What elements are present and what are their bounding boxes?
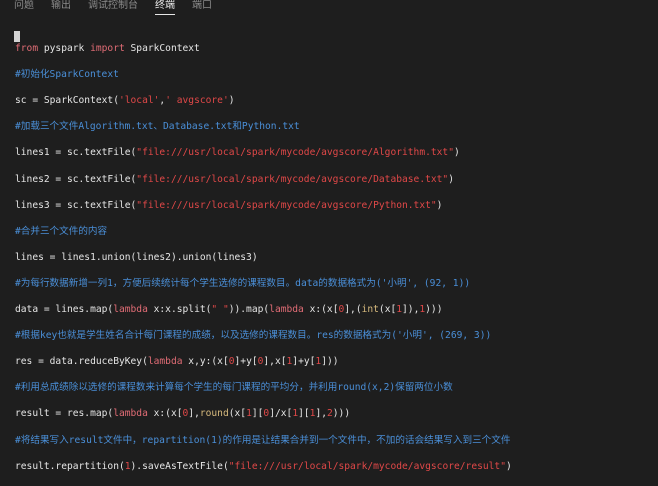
terminal-cursor <box>14 31 20 42</box>
code-token: ) <box>505 460 512 472</box>
code-token: pyspark <box>38 43 91 54</box>
code-line: lines2 = sc.textFile("file:///usr/local/… <box>15 173 454 187</box>
code-token: ) <box>453 147 460 159</box>
code-token: #加载三个文件Algorithm.txt、Database.txt和Python… <box>15 121 300 133</box>
panel-tab-bar: 问题 输出 调试控制台 终端 端口 <box>0 0 658 18</box>
code-token: "file:///usr/local/spark/mycode/avgscore… <box>136 199 437 211</box>
code-token: 'local' <box>118 95 160 107</box>
tab-ports[interactable]: 端口 <box>192 0 212 12</box>
code-token: x:(x[ <box>147 408 183 420</box>
code-token: ])) <box>321 356 339 368</box>
code-token: lines2 = sc.textFile( <box>15 173 137 185</box>
code-token: ).saveAsTextFile( <box>130 460 229 472</box>
code-token: "file:///usr/local/spark/mycode/avgscore… <box>136 147 454 159</box>
code-token: data = lines.map( <box>15 304 114 315</box>
terminal-panel: 问题 输出 调试控制台 终端 端口 from pyspark import Sp… <box>0 0 658 486</box>
comment-line: #加载三个文件Algorithm.txt、Database.txt和Python… <box>15 120 300 134</box>
comment-line: #将结果写入result文件中，repartition(1)的作用是让结果合并到… <box>15 434 510 448</box>
comment-line: #为每行数据新增一列1，方便后续统计每个学生选修的课程数目。data的数据格式为… <box>15 277 470 291</box>
comment-line: #初始化SparkContext <box>15 68 119 82</box>
code-token: SparkContext <box>124 43 200 54</box>
code-token: #将结果写入result文件中，repartition(1)的作用是让结果合并到… <box>15 434 511 446</box>
code-token: ], <box>315 408 327 420</box>
code-line: lines3 = sc.textFile("file:///usr/local/… <box>15 199 442 213</box>
code-token: ][ <box>298 408 310 420</box>
code-token: lambda <box>113 408 148 420</box>
code-token: lines3 = sc.textFile( <box>15 199 137 211</box>
code-token: import <box>90 43 125 54</box>
code-token: ]+y[ <box>292 356 316 368</box>
code-token: ) <box>228 95 235 107</box>
code-token: "file:///usr/local/spark/mycode/avgscore… <box>228 460 506 472</box>
code-token: lines = lines1.union(lines2).union(lines… <box>15 251 258 263</box>
code-token: " " <box>211 304 229 315</box>
code-line: result = res.map(lambda x:(x[0],round(x[… <box>15 407 350 421</box>
code-token: x:x.split( <box>147 304 212 315</box>
tab-terminal[interactable]: 终端 <box>155 0 175 15</box>
code-token: #合并三个文件的内容 <box>15 225 108 237</box>
code-token: round <box>199 408 229 420</box>
code-token: result.repartition( <box>15 460 125 472</box>
code-token: result = res.map( <box>15 408 114 420</box>
code-token: x:(x[ <box>303 304 339 315</box>
code-token: ]+y[ <box>234 356 258 368</box>
code-token: lambda <box>147 356 183 368</box>
code-token: ) <box>436 199 443 211</box>
code-token: #利用总成绩除以选修的课程数来计算每个学生的每门课程的平均分，并利用round(… <box>15 382 453 394</box>
code-token: lines1 = sc.textFile( <box>15 147 137 159</box>
code-token: (x[ <box>228 408 247 420</box>
code-line: res = data.reduceByKey(lambda x,y:(x[0]+… <box>15 355 339 369</box>
code-token: ],x[ <box>263 356 287 368</box>
tab-output[interactable]: 输出 <box>51 0 71 12</box>
code-token: "file:///usr/local/spark/mycode/avgscore… <box>136 173 449 185</box>
code-token: )).map( <box>228 304 270 315</box>
code-token: (x[ <box>378 304 397 315</box>
code-token: ][ <box>251 408 264 420</box>
tab-problems[interactable]: 问题 <box>14 0 34 12</box>
code-token: #根据key也就是学生姓名合计每门课程的成绩，以及选修的课程数目。res的数据格… <box>15 330 492 342</box>
code-line: result.repartition(1).saveAsTextFile("fi… <box>15 460 512 474</box>
comment-line: #利用总成绩除以选修的课程数来计算每个学生的每门课程的平均分，并利用round(… <box>15 381 453 395</box>
comment-line: #合并三个文件的内容 <box>15 225 107 239</box>
code-token: x,y:(x[ <box>182 356 229 368</box>
tab-debug-console[interactable]: 调试控制台 <box>88 0 138 12</box>
code-token: from <box>15 43 39 54</box>
code-line: data = lines.map(lambda x:x.split(" ")).… <box>15 303 442 317</box>
code-line: lines = lines1.union(lines2).union(lines… <box>15 251 258 265</box>
code-token: ))) <box>425 304 443 315</box>
code-token: ], <box>188 408 200 420</box>
code-token: #初始化SparkContext <box>15 69 119 81</box>
code-token: #为每行数据新增一列1，方便后续统计每个学生选修的课程数目。data的数据格式为… <box>15 277 471 289</box>
code-token: ],( <box>344 304 362 315</box>
code-token: lambda <box>269 304 304 315</box>
code-token: ))) <box>332 408 351 420</box>
code-token: lambda <box>113 304 148 315</box>
code-token: res = data.reduceByKey( <box>15 356 148 368</box>
comment-line: #根据key也就是学生姓名合计每门课程的成绩，以及选修的课程数目。res的数据格… <box>15 329 491 343</box>
code-token: ]), <box>402 304 420 315</box>
code-token: ' avgscore' <box>165 95 229 107</box>
code-token: ]/x[ <box>269 408 293 420</box>
code-token: int <box>361 304 379 315</box>
terminal-output[interactable]: from pyspark import SparkContext #初始化Spar… <box>0 26 658 486</box>
code-token: ) <box>448 173 454 185</box>
code-line: sc = SparkContext('local',' avgscore') <box>15 94 235 108</box>
code-token: sc = SparkContext( <box>15 95 119 107</box>
code-line: lines1 = sc.textFile("file:///usr/local/… <box>15 146 460 160</box>
code-line: from pyspark import SparkContext <box>15 42 200 56</box>
